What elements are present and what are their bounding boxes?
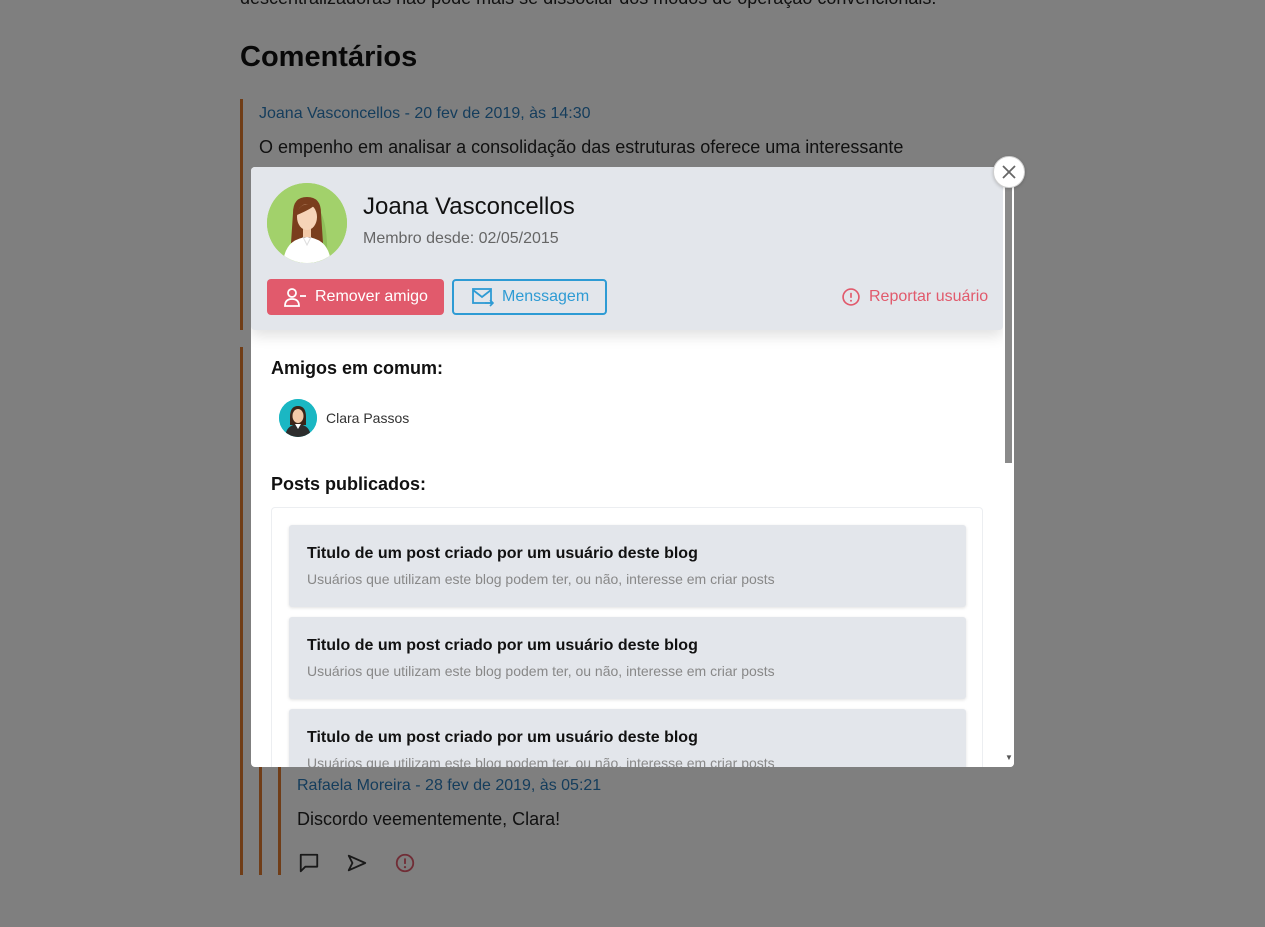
close-modal-button[interactable] <box>993 156 1025 188</box>
friend-avatar <box>279 399 317 437</box>
user-profile-modal: Joana Vasconcellos Membro desde: 02/05/2… <box>251 167 1014 767</box>
friend-name: Clara Passos <box>326 410 410 426</box>
woman-avatar-icon <box>279 399 317 437</box>
profile-body: Amigos em comum: Clara Passos Posts publ… <box>251 330 1003 767</box>
profile-header: Joana Vasconcellos Membro desde: 02/05/2… <box>251 167 1003 330</box>
user-minus-icon <box>284 288 306 307</box>
report-user-label: Reportar usuário <box>869 288 989 305</box>
member-since-text: Membro desde: 02/05/2015 <box>363 230 559 247</box>
message-label: Menssagem <box>502 288 590 305</box>
post-subtitle: Usuários que utilizam este blog podem te… <box>307 663 775 679</box>
post-title: Titulo de um post criado por um usuário … <box>307 545 698 562</box>
post-subtitle: Usuários que utilizam este blog podem te… <box>307 571 775 587</box>
post-title: Titulo de um post criado por um usuário … <box>307 729 698 746</box>
profile-user-name: Joana Vasconcellos <box>363 193 575 220</box>
mutual-friend-item[interactable]: Clara Passos <box>279 399 409 437</box>
modal-scrollbar-thumb[interactable] <box>1005 181 1012 463</box>
remove-friend-button[interactable]: Remover amigo <box>267 279 444 315</box>
post-card[interactable]: Titulo de um post criado por um usuário … <box>289 709 966 767</box>
post-card[interactable]: Titulo de um post criado por um usuário … <box>289 617 966 699</box>
remove-friend-label: Remover amigo <box>315 288 428 305</box>
alert-circle-icon <box>842 288 860 306</box>
scroll-down-arrow-icon[interactable]: ▼ <box>1005 753 1013 762</box>
posts-title: Posts publicados: <box>271 474 427 494</box>
post-card[interactable]: Titulo de um post criado por um usuário … <box>289 525 966 607</box>
mutual-friends-title: Amigos em comum: <box>271 358 444 378</box>
close-icon <box>1002 165 1016 179</box>
mail-send-icon <box>472 288 494 307</box>
posts-list: Titulo de um post criado por um usuário … <box>271 507 983 767</box>
report-user-link[interactable]: Reportar usuário <box>841 287 988 307</box>
message-button[interactable]: Menssagem <box>452 279 607 315</box>
user-avatar <box>267 183 347 263</box>
post-title: Titulo de um post criado por um usuário … <box>307 637 698 654</box>
woman-avatar-icon <box>267 183 347 263</box>
post-subtitle: Usuários que utilizam este blog podem te… <box>307 755 775 767</box>
